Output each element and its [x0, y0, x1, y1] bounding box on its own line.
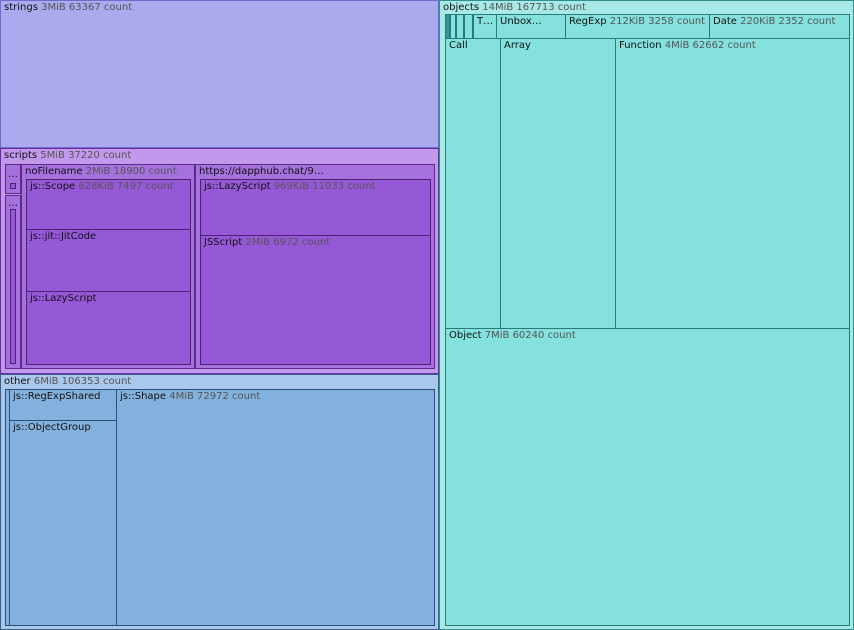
treemap-node-strings[interactable]: strings 3MiB 63367 count	[0, 0, 439, 148]
treemap-node-jsscript[interactable]: JSScript 2MiB 6972 count	[200, 235, 431, 365]
node-label: other 6MiB 106353 count	[4, 376, 132, 387]
treemap-node-regexp[interactable]: RegExp 212KiB 3258 count	[565, 14, 710, 39]
node-label: https://dapphub.chat/9…	[199, 166, 324, 177]
treemap-node-tiny-child[interactable]	[10, 209, 16, 364]
node-label: strings 3MiB 63367 count	[4, 2, 133, 13]
treemap-node-js-jitcode[interactable]: js::jit::JitCode	[26, 229, 191, 292]
node-label: objects 14MiB 167713 count	[443, 2, 586, 13]
treemap-node-function[interactable]: Function 4MiB 62662 count	[615, 38, 850, 330]
treemap-node-tiny-child[interactable]	[10, 183, 16, 189]
treemap-node-date[interactable]: Date 220KiB 2352 count	[709, 14, 850, 39]
treemap-node-tiny[interactable]	[464, 14, 473, 39]
treemap-node-tiny[interactable]: …	[5, 195, 21, 369]
treemap-node-objects[interactable]: objects 14MiB 167713 count T… Unbox… Reg…	[439, 0, 854, 630]
treemap-node-js-scope[interactable]: js::Scope 628KiB 7497 count	[26, 179, 191, 230]
treemap-node-dapphub[interactable]: https://dapphub.chat/9… js::LazyScript 9…	[195, 164, 435, 369]
treemap-node-other[interactable]: other 6MiB 106353 count js::RegExpShared…	[0, 374, 439, 630]
node-label: noFilename 2MiB 18900 count	[25, 166, 177, 177]
treemap-node-tiny[interactable]	[456, 14, 464, 39]
treemap-node-t[interactable]: T…	[473, 14, 497, 39]
treemap-node-array[interactable]: Array	[500, 38, 616, 330]
treemap-node-call[interactable]: Call	[445, 38, 501, 330]
node-label: scripts 5MiB 37220 count	[4, 150, 132, 161]
treemap-node-js-lazyscript[interactable]: js::LazyScript 969KiB 11033 count	[200, 179, 431, 236]
treemap-node-js-shape[interactable]: js::Shape 4MiB 72972 count	[116, 389, 435, 626]
treemap-node-scripts[interactable]: scripts 5MiB 37220 count … … noFilename …	[0, 148, 439, 374]
treemap-node-js-lazyscript[interactable]: js::LazyScript	[26, 291, 191, 365]
treemap-node-unbox[interactable]: Unbox…	[496, 14, 566, 39]
treemap-node-nofilename[interactable]: noFilename 2MiB 18900 count js::Scope 62…	[21, 164, 195, 369]
treemap-node-js-objectgroup[interactable]: js::ObjectGroup	[9, 420, 117, 626]
treemap-node-object[interactable]: Object 7MiB 60240 count	[445, 328, 850, 626]
treemap-node-tiny[interactable]: …	[5, 164, 21, 194]
treemap-node-js-regexpshared[interactable]: js::RegExpShared	[9, 389, 117, 421]
